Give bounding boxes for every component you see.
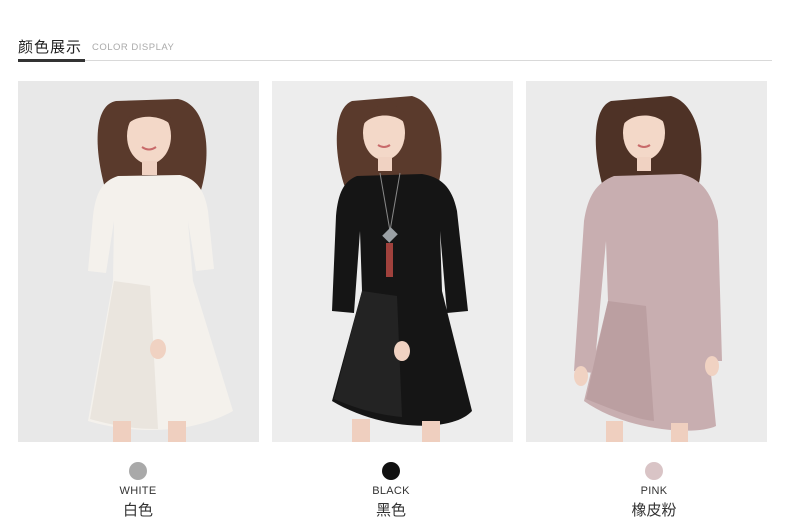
model-in-black-dress-image [272,81,513,442]
section-header: 颜色展示 COLOR DISPLAY [18,30,772,64]
color-swatch-pink[interactable] [645,462,663,480]
color-label-cn-white: 白色 [122,501,153,519]
color-swatch-white[interactable] [129,462,147,480]
color-label-cn-black: 黑色 [375,501,406,519]
color-label-en-black: BLACK [372,485,410,497]
product-photo-black[interactable] [272,81,513,442]
color-label-cn-pink: 橡皮粉 [631,501,677,519]
product-photo-white[interactable] [18,81,259,442]
section-subtitle: COLOR DISPLAY [92,42,175,53]
model-in-white-dress-image [18,81,259,442]
header-accent-bar [18,59,85,62]
header-divider [18,60,772,61]
color-label-en-white: WHITE [119,485,157,497]
color-swatch-black[interactable] [382,462,400,480]
color-label-en-pink: PINK [640,485,668,497]
model-in-pink-dress-image [526,81,767,442]
section-title: 颜色展示 [18,38,83,56]
product-photo-pink[interactable] [526,81,767,442]
